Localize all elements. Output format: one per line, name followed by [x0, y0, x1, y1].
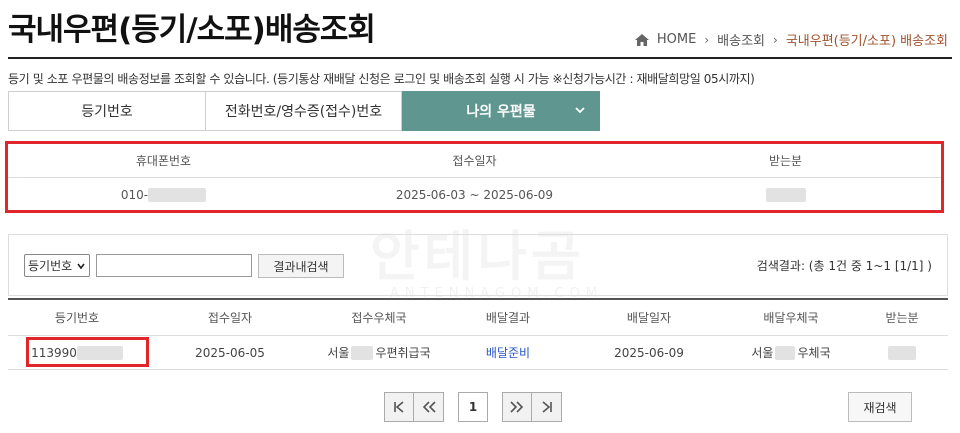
search-type-select[interactable]: 등기번호: [24, 254, 90, 277]
double-chevron-right-icon: [510, 401, 524, 413]
re-search-button[interactable]: 재검색: [848, 392, 912, 422]
page-number-button[interactable]: 1: [458, 392, 488, 422]
last-page-icon: [541, 401, 552, 413]
title-divider: [8, 57, 952, 59]
accept-office-suffix: 우편취급국: [375, 346, 431, 360]
prev-page-button[interactable]: [414, 392, 444, 422]
search-tabs: 등기번호 전화번호/영수증(접수)번호 나의 우편물: [8, 91, 600, 131]
tab-registered-number[interactable]: 등기번호: [8, 91, 206, 131]
caret-down-icon: [77, 263, 85, 270]
delivery-status-link[interactable]: 배달준비: [486, 344, 530, 361]
col-header-delivery-date: 배달일자: [626, 311, 672, 325]
search-type-value: 등기번호: [28, 259, 73, 273]
col-header-delivery-result: 배달결과: [485, 311, 531, 325]
delivery-office-cell: 서울 우체국: [726, 336, 856, 369]
col-header-reg-number: 등기번호: [54, 311, 100, 325]
accept-office-cell: 서울 우편취급국: [314, 336, 444, 369]
tab-my-mail-label: 나의 우편물: [466, 104, 536, 120]
tab-phone-receipt[interactable]: 전화번호/영수증(접수)번호: [206, 91, 402, 131]
home-icon[interactable]: [634, 33, 649, 46]
redacted-mask: [351, 345, 374, 360]
chevron-down-icon: [575, 107, 585, 114]
accept-office-prefix: 서울: [327, 346, 350, 360]
delivery-date-cell: 2025-06-09: [614, 345, 684, 360]
next-page-button[interactable]: [502, 392, 532, 422]
chevron-right-icon: ›: [773, 32, 778, 47]
breadcrumb-home[interactable]: HOME: [657, 32, 696, 47]
recipient-cell: [856, 336, 948, 369]
redacted-mask: [775, 345, 796, 360]
page-description: 등기 및 소포 우편물의 배송정보를 조회할 수 있습니다. (등기통상 재배달…: [8, 72, 755, 86]
first-page-button[interactable]: [384, 392, 414, 422]
chevron-right-icon: ›: [704, 32, 710, 47]
accept-date-cell: 2025-06-05: [195, 345, 265, 360]
result-count: 검색결과: (총 1건 중 1~1 [1/1] ): [756, 259, 932, 273]
highlight-box: [5, 141, 944, 213]
delivery-office-prefix: 서울: [751, 346, 774, 360]
col-header-accept-office: 접수우체국: [351, 311, 407, 325]
search-input[interactable]: [96, 254, 252, 277]
last-page-button[interactable]: [532, 392, 562, 422]
double-chevron-left-icon: [422, 401, 436, 413]
result-table: 등기번호 접수일자 접수우체국 배달결과 배달일자 배달우체국 받는분 1139…: [8, 298, 948, 370]
breadcrumb-current[interactable]: 국내우편(등기/소포) 배송조회: [786, 30, 948, 49]
table-row[interactable]: 113990 2025-06-05 서울 우편취급국 배달준비 2025-06-…: [8, 336, 948, 370]
col-header-delivery-office: 배달우체국: [763, 311, 819, 325]
highlight-box: [26, 337, 149, 367]
page-title: 국내우편(등기/소포)배송조회: [8, 12, 376, 48]
tab-my-mail[interactable]: 나의 우편물: [402, 91, 600, 131]
first-page-icon: [394, 401, 404, 413]
col-header-accept-date: 접수일자: [207, 311, 253, 325]
breadcrumb-level1[interactable]: 배송조회: [717, 30, 765, 49]
pagination: 1: [384, 392, 562, 422]
breadcrumb: HOME › 배송조회 › 국내우편(등기/소포) 배송조회: [634, 30, 948, 49]
delivery-result-cell[interactable]: 배달준비: [444, 336, 572, 369]
search-in-results-button[interactable]: 결과내검색: [258, 254, 344, 278]
col-header-recipient: 받는분: [885, 311, 919, 325]
redacted-mask: [888, 345, 916, 360]
delivery-office-suffix: 우체국: [797, 346, 831, 360]
